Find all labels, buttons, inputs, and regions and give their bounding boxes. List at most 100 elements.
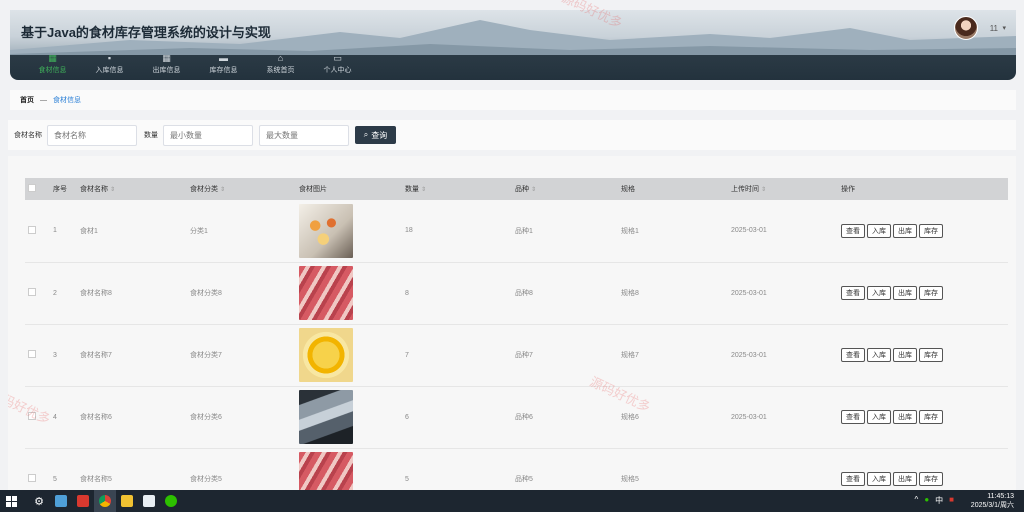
cell-spec: 规格8 [621, 290, 639, 297]
image-viewer-icon[interactable] [138, 490, 160, 512]
select-all-checkbox[interactable] [28, 184, 36, 192]
network-icon[interactable]: ● [924, 495, 929, 506]
nav-item-home[interactable]: ⌂ 系统首页 [252, 52, 309, 75]
user-name[interactable]: 11 [990, 24, 998, 33]
stock-button[interactable]: 库存 [919, 223, 943, 238]
clock[interactable]: 11:45:13 2025/3/1/周六 [971, 492, 1014, 510]
avatar[interactable] [954, 16, 978, 40]
food-image[interactable] [299, 452, 353, 492]
cell-breed: 品种8 [515, 290, 533, 297]
windows-start-icon[interactable] [0, 490, 22, 512]
grid-icon: ▦ [48, 53, 57, 63]
chevron-down-icon[interactable]: ▾ [1002, 24, 1006, 32]
cell-breed: 品种1 [515, 227, 533, 235]
chevron-up-icon[interactable]: ^ [915, 495, 919, 506]
outbound-button[interactable]: 出库 [893, 472, 917, 486]
breadcrumb-home[interactable]: 首页 [20, 95, 34, 105]
stock-button[interactable]: 库存 [919, 472, 943, 486]
row-checkbox[interactable] [28, 288, 36, 296]
cell-spec: 规格1 [621, 227, 639, 235]
row-checkbox[interactable] [28, 350, 36, 358]
view-button[interactable]: 查看 [841, 472, 865, 486]
sort-icon: ⇕ [110, 187, 116, 193]
wechat-icon[interactable] [160, 490, 182, 512]
view-button[interactable]: 查看 [841, 348, 865, 362]
col-qty[interactable]: 数量 ⇕ [405, 178, 515, 200]
cell-actions: 查看 入库 出库 库存 [841, 448, 1008, 492]
cell-name: 食材名称8 [80, 290, 112, 297]
food-image[interactable] [299, 328, 353, 382]
nav-item-food-info[interactable]: ▦ 食材信息 [24, 52, 81, 75]
inbound-button[interactable]: 入库 [867, 472, 891, 486]
file-explorer-icon[interactable] [116, 490, 138, 512]
nav-item-profile[interactable]: ▭ 个人中心 [309, 52, 366, 75]
qty-label: 数量 [144, 132, 158, 139]
col-no: 序号 [53, 186, 67, 193]
cell-category: 食材分类7 [190, 352, 222, 359]
cell-no: 2 [53, 289, 57, 297]
nav-item-stock[interactable]: ▬ 库存信息 [195, 52, 252, 75]
cell-time [731, 448, 841, 492]
nav-item-outbound[interactable]: ▦ 出库信息 [138, 52, 195, 75]
grid-icon: ▦ [162, 53, 171, 63]
cell-no: 3 [53, 351, 57, 359]
col-breed[interactable]: 品种 ⇕ [515, 178, 621, 200]
folder-icon: ▬ [219, 53, 228, 63]
app-icon[interactable] [50, 490, 72, 512]
cell-qty: 6 [405, 413, 409, 421]
inbound-button[interactable]: 入库 [867, 348, 891, 362]
query-label: 查询 [371, 130, 388, 140]
ime-indicator[interactable]: 中 [935, 495, 943, 506]
chrome-icon[interactable] [94, 490, 116, 512]
nav-item-inbound[interactable]: ▪ 入库信息 [81, 52, 138, 75]
cell-name: 食材名称7 [80, 352, 112, 359]
max-qty-input[interactable] [259, 124, 349, 146]
inbound-button[interactable]: 入库 [867, 223, 891, 238]
food-image[interactable] [299, 266, 353, 320]
min-qty-input[interactable] [163, 124, 253, 146]
row-checkbox[interactable] [28, 412, 36, 420]
cell-name: 食材名称6 [80, 414, 112, 421]
outbound-button[interactable]: 出库 [893, 223, 917, 238]
col-category[interactable]: 食材分类 ⇕ [190, 178, 299, 200]
sort-icon: ⇕ [531, 187, 537, 193]
view-button[interactable]: 查看 [841, 223, 865, 238]
inbound-button[interactable]: 入库 [867, 286, 891, 300]
outbound-button[interactable]: 出库 [893, 410, 917, 424]
cell-time: 2025-03-01 [731, 227, 767, 235]
cell-breed: 品种6 [515, 414, 533, 421]
col-time[interactable]: 上传时间 ⇕ [731, 178, 841, 200]
name-input[interactable] [47, 124, 137, 146]
view-button[interactable]: 查看 [841, 286, 865, 300]
row-checkbox[interactable] [28, 225, 36, 234]
stock-button[interactable]: 库存 [919, 348, 943, 362]
system-tray: ^ ● 中 ■ [915, 495, 954, 506]
view-button[interactable]: 查看 [841, 410, 865, 424]
row-checkbox[interactable] [28, 474, 36, 482]
stock-button[interactable]: 库存 [919, 286, 943, 300]
home-icon: ⌂ [277, 53, 284, 63]
col-name[interactable]: 食材名称 ⇕ [80, 178, 190, 200]
cell-qty: 5 [405, 475, 409, 483]
outbound-button[interactable]: 出库 [893, 286, 917, 300]
card-icon: ▭ [333, 53, 342, 63]
wps-tray-icon[interactable]: ■ [949, 495, 954, 506]
sort-icon: ⇕ [220, 187, 226, 193]
cell-actions: 查看 入库 出库 库存 [841, 386, 1008, 448]
food-image[interactable] [299, 390, 353, 444]
inbound-button[interactable]: 入库 [867, 410, 891, 424]
stock-button[interactable]: 库存 [919, 410, 943, 424]
table-row: 2 食材名称8 食材分类8 8 品种8 规格8 2025-03-01 查看 入库 出库 库存 [25, 262, 1008, 324]
breadcrumb-current: 食材信息 [53, 97, 81, 104]
app-title: 基于Java的食材库存管理系统的设计与实现 [21, 25, 271, 40]
query-button[interactable]: ⌕ 查询 [355, 126, 396, 144]
nav-item-label: 出库信息 [152, 67, 181, 74]
nav-item-label: 入库信息 [95, 67, 124, 74]
outbound-button[interactable]: 出库 [893, 348, 917, 362]
table-row: 3 食材名称7 食材分类7 7 品种7 规格7 2025-03-01 查看 入库 出库 库存 [25, 324, 1008, 386]
food-image[interactable] [299, 203, 353, 258]
box-icon: ▪ [107, 53, 112, 63]
cell-spec: 规格6 [621, 414, 639, 421]
wps-icon[interactable] [72, 490, 94, 512]
settings-icon[interactable]: ⚙ [28, 490, 50, 512]
